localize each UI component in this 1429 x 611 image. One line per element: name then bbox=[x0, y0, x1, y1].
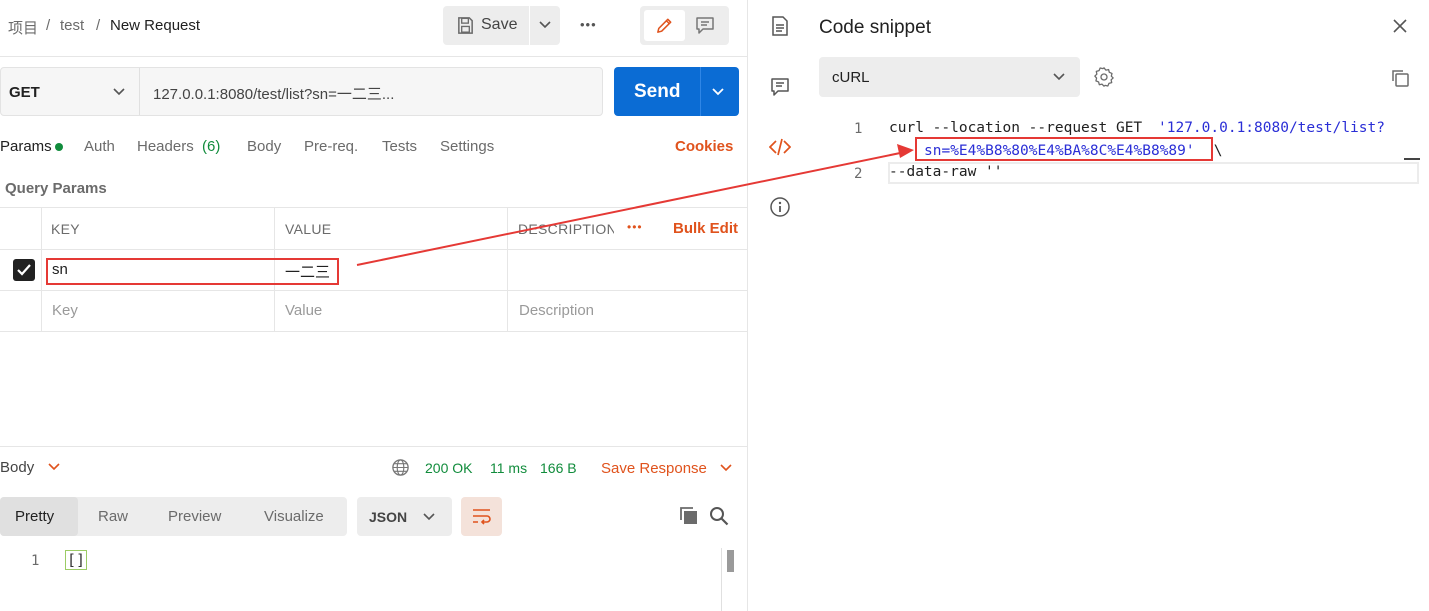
code-icon[interactable] bbox=[769, 136, 791, 158]
response-view-tabs: Pretty Raw Preview Visualize bbox=[0, 497, 347, 536]
save-options-button[interactable] bbox=[530, 6, 560, 45]
params-active-dot bbox=[55, 143, 63, 151]
row-enabled-checkbox[interactable] bbox=[13, 259, 35, 281]
column-header-value: VALUE bbox=[285, 221, 332, 237]
param-key-input[interactable]: Key bbox=[52, 302, 78, 319]
query-params-title: Query Params bbox=[5, 180, 107, 197]
send-button[interactable]: Send bbox=[614, 67, 739, 116]
save-icon bbox=[458, 17, 473, 34]
breadcrumb-workspace[interactable]: 项目 bbox=[8, 17, 38, 38]
bulk-edit-button[interactable]: Bulk Edit bbox=[673, 220, 738, 237]
code-snippet-panel: Code snippet cURL 1 curl --location --re… bbox=[749, 0, 1429, 611]
format-select[interactable]: JSON bbox=[357, 497, 452, 536]
table-border bbox=[0, 331, 748, 332]
tab-auth[interactable]: Auth bbox=[84, 138, 115, 155]
breadcrumb-collection[interactable]: test bbox=[60, 17, 84, 34]
divider bbox=[0, 446, 748, 447]
breadcrumb-separator: / bbox=[46, 17, 51, 34]
response-time: 11 ms bbox=[490, 460, 528, 476]
url-input[interactable]: 127.0.0.1:8080/test/list?sn=一二三... bbox=[153, 83, 394, 104]
tab-raw[interactable]: Raw bbox=[98, 508, 128, 525]
save-response-button[interactable]: Save Response bbox=[601, 460, 707, 477]
request-panel: 项目 / test / New Request Save ••• GET 127… bbox=[0, 0, 748, 611]
chevron-down-icon bbox=[423, 513, 435, 521]
status-code: 200 OK bbox=[425, 460, 473, 476]
wrap-lines-button[interactable] bbox=[461, 497, 502, 536]
table-row: Key Value Description bbox=[0, 291, 748, 331]
column-header-key: KEY bbox=[51, 221, 80, 237]
tab-pretty[interactable]: Pretty bbox=[0, 497, 78, 536]
send-label: Send bbox=[634, 81, 681, 102]
code-url-string[interactable]: '127.0.0.1:8080/test/list? bbox=[1158, 120, 1385, 136]
checkmark-icon bbox=[17, 264, 31, 276]
code-data-raw[interactable]: --data-raw '' bbox=[889, 164, 1003, 180]
annotation-box-param bbox=[46, 258, 339, 285]
annotation-box-encoded bbox=[915, 137, 1213, 161]
chevron-down-icon[interactable] bbox=[712, 88, 724, 96]
scrollbar-thumb[interactable] bbox=[727, 550, 734, 572]
save-label: Save bbox=[481, 16, 518, 33]
copy-icon[interactable] bbox=[1390, 68, 1410, 88]
response-size: 166 B bbox=[540, 460, 577, 476]
chevron-down-icon[interactable] bbox=[48, 463, 60, 471]
chevron-down-icon bbox=[539, 21, 551, 29]
tab-pretty-label: Pretty bbox=[15, 508, 55, 525]
tab-body[interactable]: Body bbox=[247, 138, 281, 155]
comments-icon[interactable] bbox=[695, 16, 715, 35]
language-select[interactable]: cURL bbox=[819, 57, 1080, 97]
table-border bbox=[0, 207, 748, 208]
tab-settings[interactable]: Settings bbox=[440, 138, 494, 155]
breadcrumb-separator: / bbox=[96, 17, 101, 34]
line-number: 1 bbox=[31, 553, 40, 569]
mode-toggle bbox=[640, 6, 729, 45]
chevron-down-icon[interactable] bbox=[720, 464, 732, 472]
language-label: cURL bbox=[832, 69, 870, 86]
url-bar: GET 127.0.0.1:8080/test/list?sn=一二三... bbox=[0, 67, 603, 116]
edit-mode-button[interactable] bbox=[644, 10, 685, 41]
param-value-input[interactable]: Value bbox=[285, 302, 322, 319]
params-more-button[interactable]: ••• bbox=[627, 220, 643, 234]
close-icon[interactable] bbox=[1392, 18, 1408, 34]
divider bbox=[0, 56, 748, 57]
code-command[interactable]: curl --location --request GET bbox=[889, 120, 1151, 136]
column-header-description: DESCRIPTION bbox=[518, 221, 614, 237]
save-button[interactable]: Save bbox=[443, 6, 529, 45]
comments-icon[interactable] bbox=[769, 76, 791, 98]
response-body-tab[interactable]: Body bbox=[0, 459, 34, 476]
documentation-icon[interactable] bbox=[769, 15, 791, 37]
info-icon[interactable] bbox=[769, 196, 791, 218]
method-select[interactable]: GET bbox=[9, 84, 40, 101]
tab-prereq[interactable]: Pre-req. bbox=[304, 138, 358, 155]
tab-params[interactable]: Params bbox=[0, 138, 52, 155]
format-label: JSON bbox=[369, 509, 408, 525]
pencil-icon bbox=[657, 18, 672, 33]
breadcrumb-request-name[interactable]: New Request bbox=[110, 17, 200, 34]
chevron-down-icon bbox=[1053, 73, 1065, 81]
divider bbox=[721, 548, 722, 611]
param-description-input[interactable]: Description bbox=[519, 302, 594, 319]
line-number: 2 bbox=[854, 166, 863, 182]
tab-tests[interactable]: Tests bbox=[382, 138, 417, 155]
more-actions-button[interactable]: ••• bbox=[580, 17, 597, 32]
gear-icon[interactable] bbox=[1093, 66, 1115, 88]
headers-count: (6) bbox=[202, 138, 221, 155]
chevron-down-icon[interactable] bbox=[113, 88, 125, 96]
globe-icon[interactable] bbox=[391, 458, 410, 477]
tab-preview[interactable]: Preview bbox=[168, 508, 221, 525]
divider bbox=[139, 68, 140, 115]
panel-title: Code snippet bbox=[819, 17, 931, 38]
response-body-text[interactable]: [] bbox=[64, 550, 88, 570]
editor-scroll-marker bbox=[1404, 158, 1420, 160]
tab-headers[interactable]: Headers bbox=[137, 138, 194, 155]
divider bbox=[700, 67, 701, 116]
line-number: 1 bbox=[854, 121, 863, 137]
wrap-lines-icon bbox=[473, 509, 491, 525]
cookies-link[interactable]: Cookies bbox=[675, 138, 733, 155]
copy-icon[interactable] bbox=[679, 506, 699, 526]
search-icon[interactable] bbox=[709, 506, 729, 526]
tab-visualize[interactable]: Visualize bbox=[264, 508, 324, 525]
